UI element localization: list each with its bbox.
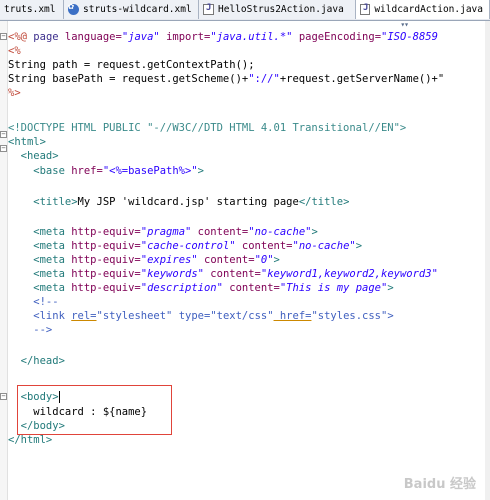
fold-toggle-icon[interactable]: − bbox=[0, 131, 7, 138]
code-line: <%@ page language="java" import="java.ut… bbox=[8, 31, 438, 43]
code-line: String basePath = request.getScheme()+":… bbox=[8, 73, 445, 85]
fold-toggle-icon[interactable]: − bbox=[0, 33, 7, 40]
code-line: <html> bbox=[8, 136, 46, 148]
code-line: <meta http-equiv="pragma" content="no-ca… bbox=[8, 226, 318, 238]
code-line: <link rel="stylesheet" type="text/css" h… bbox=[8, 310, 394, 322]
tab-struts-wildcard-xml[interactable]: struts-wildcard.xml bbox=[64, 0, 199, 19]
tab-hellostrus2action-java[interactable]: HelloStrus2Action.java bbox=[199, 0, 356, 19]
code-line: <meta http-equiv="expires" content="0"> bbox=[8, 254, 280, 266]
java-file-icon bbox=[360, 3, 371, 15]
code-line: --> bbox=[8, 324, 53, 336]
tab-label: struts-wildcard.xml bbox=[83, 4, 192, 15]
java-file-icon bbox=[203, 3, 214, 15]
tab-label: truts.xml bbox=[4, 4, 56, 15]
code-line: <% bbox=[8, 45, 21, 57]
code-line: <meta http-equiv="keywords" content="key… bbox=[8, 268, 438, 280]
tab-label: wildcardAction.java bbox=[374, 4, 483, 15]
code-line: <meta http-equiv="description" content="… bbox=[8, 282, 394, 294]
code-line: </html> bbox=[8, 434, 53, 446]
vertical-scrollbar[interactable] bbox=[485, 21, 490, 500]
code-line: <meta http-equiv="cache-control" content… bbox=[8, 240, 363, 252]
code-editor[interactable]: − − − − <%@ page language="java" import=… bbox=[0, 21, 490, 500]
tab-label: HelloStrus2Action.java bbox=[218, 4, 344, 15]
code-line: <title>My JSP 'wildcard.jsp' starting pa… bbox=[8, 196, 350, 208]
code-line: <head> bbox=[8, 150, 59, 162]
xml-config-icon bbox=[68, 1, 79, 15]
highlight-annotation-box bbox=[17, 385, 172, 435]
editor-gutter bbox=[0, 21, 8, 500]
code-line: %> bbox=[8, 87, 21, 99]
code-line: <base href="<%=basePath%>"> bbox=[8, 165, 204, 177]
editor-tab-bar: truts.xml struts-wildcard.xml HelloStrus… bbox=[0, 0, 490, 21]
code-line: <!DOCTYPE HTML PUBLIC "-//W3C//DTD HTML … bbox=[8, 122, 407, 134]
code-line: <!-- bbox=[8, 296, 59, 308]
fold-toggle-icon[interactable]: − bbox=[0, 393, 7, 400]
tab-wildcardaction-java[interactable]: wildcardAction.java bbox=[356, 0, 490, 19]
code-line: </head> bbox=[8, 355, 65, 367]
code-line: String path = request.getContextPath(); bbox=[8, 59, 255, 71]
tab-struts-xml[interactable]: truts.xml bbox=[0, 0, 64, 19]
fold-toggle-icon[interactable]: − bbox=[0, 145, 7, 152]
watermark-logo: Baidu 经验 bbox=[403, 477, 476, 492]
